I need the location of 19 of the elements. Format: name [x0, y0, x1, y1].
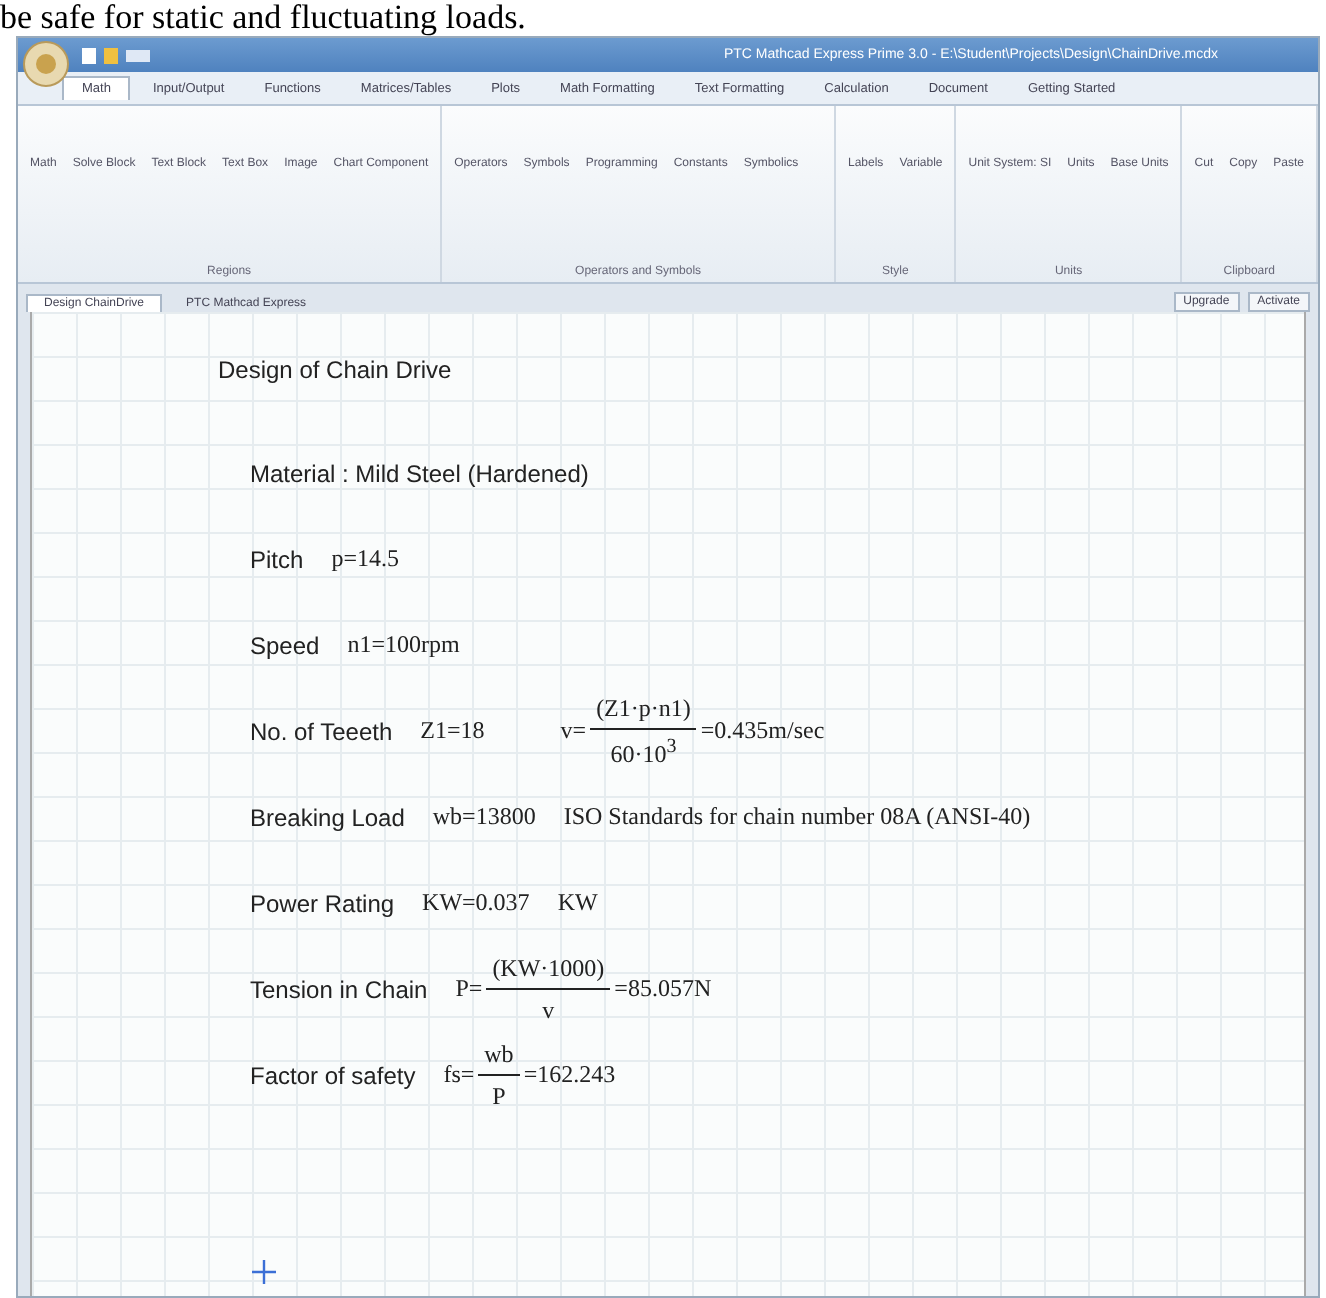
- text-region: Material : Mild Steel (Hardened): [250, 459, 589, 487]
- math-region: KW: [557, 888, 598, 918]
- math-region: Z1=18: [420, 716, 485, 746]
- text-region: Tension in Chain: [250, 975, 428, 1003]
- page-text: be safe for static and fluctuating loads.: [0, 0, 528, 36]
- text-region: Power Rating: [250, 889, 395, 917]
- math-region: wb=13800: [432, 802, 536, 832]
- math-region: ISO Standards for chain number 08A (ANSI-40): [563, 802, 1031, 832]
- worksheet-heading: Design of Chain Drive: [218, 356, 454, 384]
- math-region: v= (Z1·p·n1) 60·10$^{3}$ =0.435m/sec: [560, 693, 825, 769]
- text-region: Factor of safety: [250, 1061, 416, 1089]
- math-region: KW=0.037: [422, 888, 530, 918]
- text-region: Speed: [250, 631, 320, 659]
- crosshair-cursor-icon: [252, 1260, 276, 1284]
- math-region: p=14.5: [331, 544, 399, 574]
- text-region: Breaking Load: [250, 803, 405, 831]
- text-region: Pitch: [250, 545, 304, 573]
- text-region: No. of Teeeth: [250, 717, 393, 745]
- math-region: n1=100rpm: [347, 630, 460, 660]
